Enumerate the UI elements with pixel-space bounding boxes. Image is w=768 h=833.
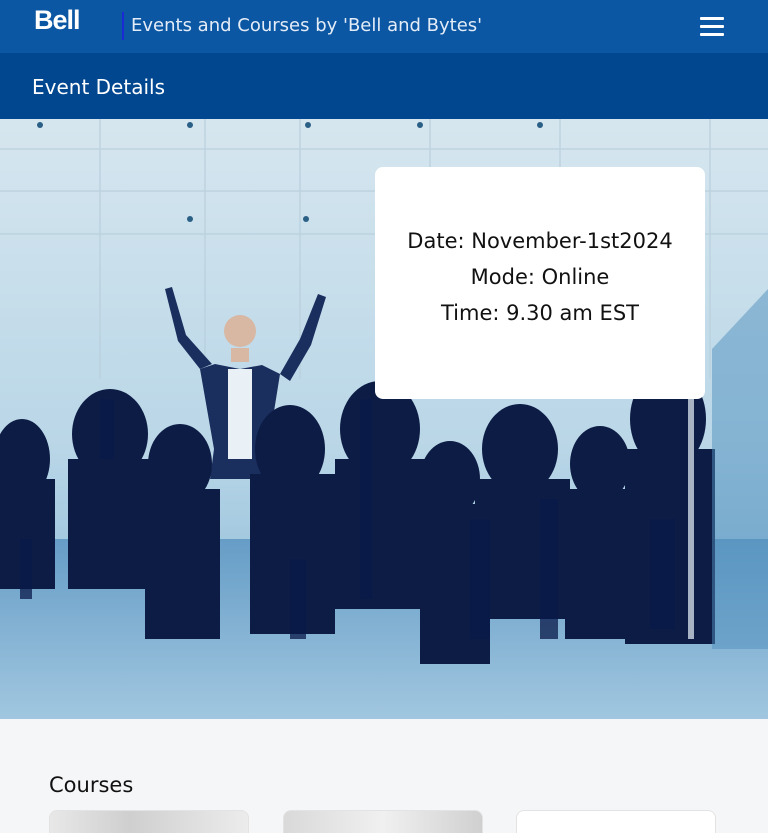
page-header: Event Details <box>0 53 768 119</box>
site-title: Events and Courses by 'Bell and Bytes' <box>131 15 483 36</box>
bell-logo[interactable]: Bell <box>34 5 81 36</box>
top-navigation-bar: Bell Events and Courses by 'Bell and Byt… <box>0 0 768 53</box>
event-hero-banner: Date: November-1st2024 Mode: Online Time… <box>0 119 768 719</box>
event-info-card: Date: November-1st2024 Mode: Online Time… <box>375 167 705 399</box>
course-card[interactable] <box>516 810 716 833</box>
event-date: Date: November-1st2024 <box>407 229 673 253</box>
course-card[interactable] <box>49 810 249 833</box>
page-title: Event Details <box>32 75 165 99</box>
event-time: Time: 9.30 am EST <box>440 301 639 325</box>
header-divider <box>122 12 124 40</box>
courses-section: Courses <box>0 719 768 833</box>
hamburger-menu-icon[interactable] <box>700 16 724 36</box>
event-mode: Mode: Online <box>470 265 610 289</box>
courses-heading: Courses <box>49 773 134 797</box>
course-card[interactable] <box>283 810 483 833</box>
